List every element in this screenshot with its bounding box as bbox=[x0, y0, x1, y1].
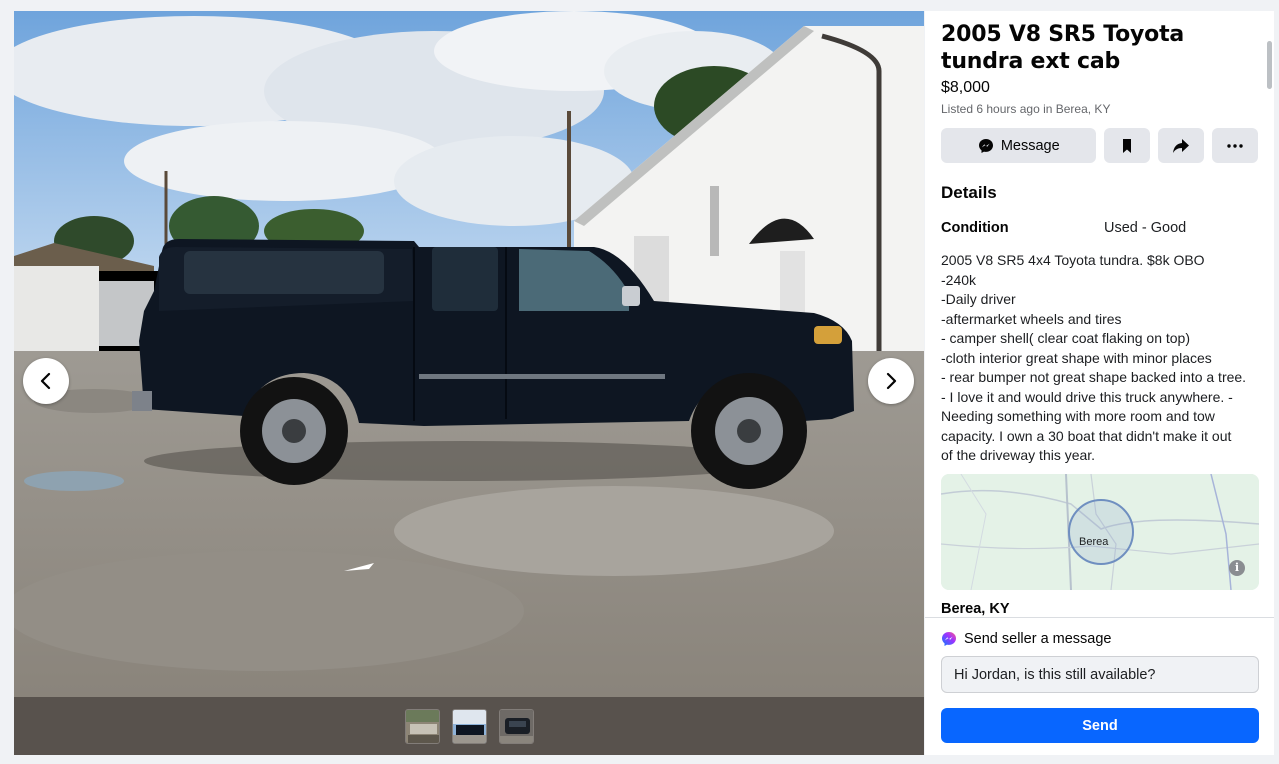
listing-description: 2005 V8 SR5 4x4 Toyota tundra. $8k OBO -… bbox=[941, 252, 1247, 463]
listing-meta: Listed 6 hours ago in Berea, KY bbox=[941, 102, 1111, 116]
thumbnail-1[interactable] bbox=[404, 708, 440, 744]
map-label: Berea bbox=[1079, 535, 1109, 548]
send-button[interactable]: Send bbox=[941, 708, 1259, 743]
listing-photo bbox=[14, 11, 924, 697]
next-photo-button[interactable] bbox=[868, 358, 914, 404]
share-icon bbox=[1173, 138, 1190, 153]
condition-value: Used - Good bbox=[1104, 220, 1187, 236]
listing-location: Berea, KY bbox=[941, 600, 1010, 617]
info-icon[interactable]: i bbox=[1229, 559, 1245, 576]
thumbnail-strip bbox=[14, 697, 924, 755]
message-button-label: Message bbox=[1000, 137, 1060, 154]
save-button[interactable] bbox=[1104, 128, 1151, 163]
scrollbar[interactable] bbox=[1267, 41, 1272, 89]
message-composer: Send seller a message Hi Jordan, is this… bbox=[925, 617, 1274, 755]
thumbnail-2[interactable] bbox=[451, 708, 487, 744]
listing-info-scroll[interactable]: 2005 V8 SR5 Toyota tundra ext cab $8,000… bbox=[925, 11, 1274, 617]
condition-label: Condition bbox=[941, 220, 1009, 236]
thumbnail-3[interactable] bbox=[498, 708, 534, 744]
message-input[interactable]: Hi Jordan, is this still available? bbox=[941, 656, 1259, 693]
bookmark-icon bbox=[1123, 138, 1132, 153]
share-button[interactable] bbox=[1158, 128, 1205, 163]
details-heading: Details bbox=[941, 183, 997, 202]
message-button[interactable]: Message bbox=[941, 128, 1097, 163]
more-icon bbox=[1227, 143, 1243, 148]
messenger-logo-icon bbox=[942, 632, 956, 646]
listing-title: 2005 V8 SR5 Toyota tundra ext cab bbox=[941, 22, 1185, 74]
condition-row: Condition Used - Good bbox=[941, 218, 1258, 238]
listing-actions: Message bbox=[941, 128, 1258, 163]
messenger-icon bbox=[978, 138, 993, 153]
location-map[interactable]: Berea i bbox=[941, 473, 1259, 590]
more-options-button[interactable] bbox=[1212, 128, 1258, 163]
map-image bbox=[941, 473, 1259, 590]
photo-viewer bbox=[14, 11, 924, 755]
chevron-left-icon bbox=[40, 372, 51, 390]
composer-heading: Send seller a message bbox=[964, 631, 1112, 647]
listing-details-panel: 2005 V8 SR5 Toyota tundra ext cab $8,000… bbox=[925, 11, 1274, 755]
listing-price: $8,000 bbox=[941, 79, 990, 96]
composer-header: Send seller a message bbox=[941, 630, 1258, 648]
previous-photo-button[interactable] bbox=[23, 358, 69, 404]
chevron-right-icon bbox=[886, 372, 897, 390]
